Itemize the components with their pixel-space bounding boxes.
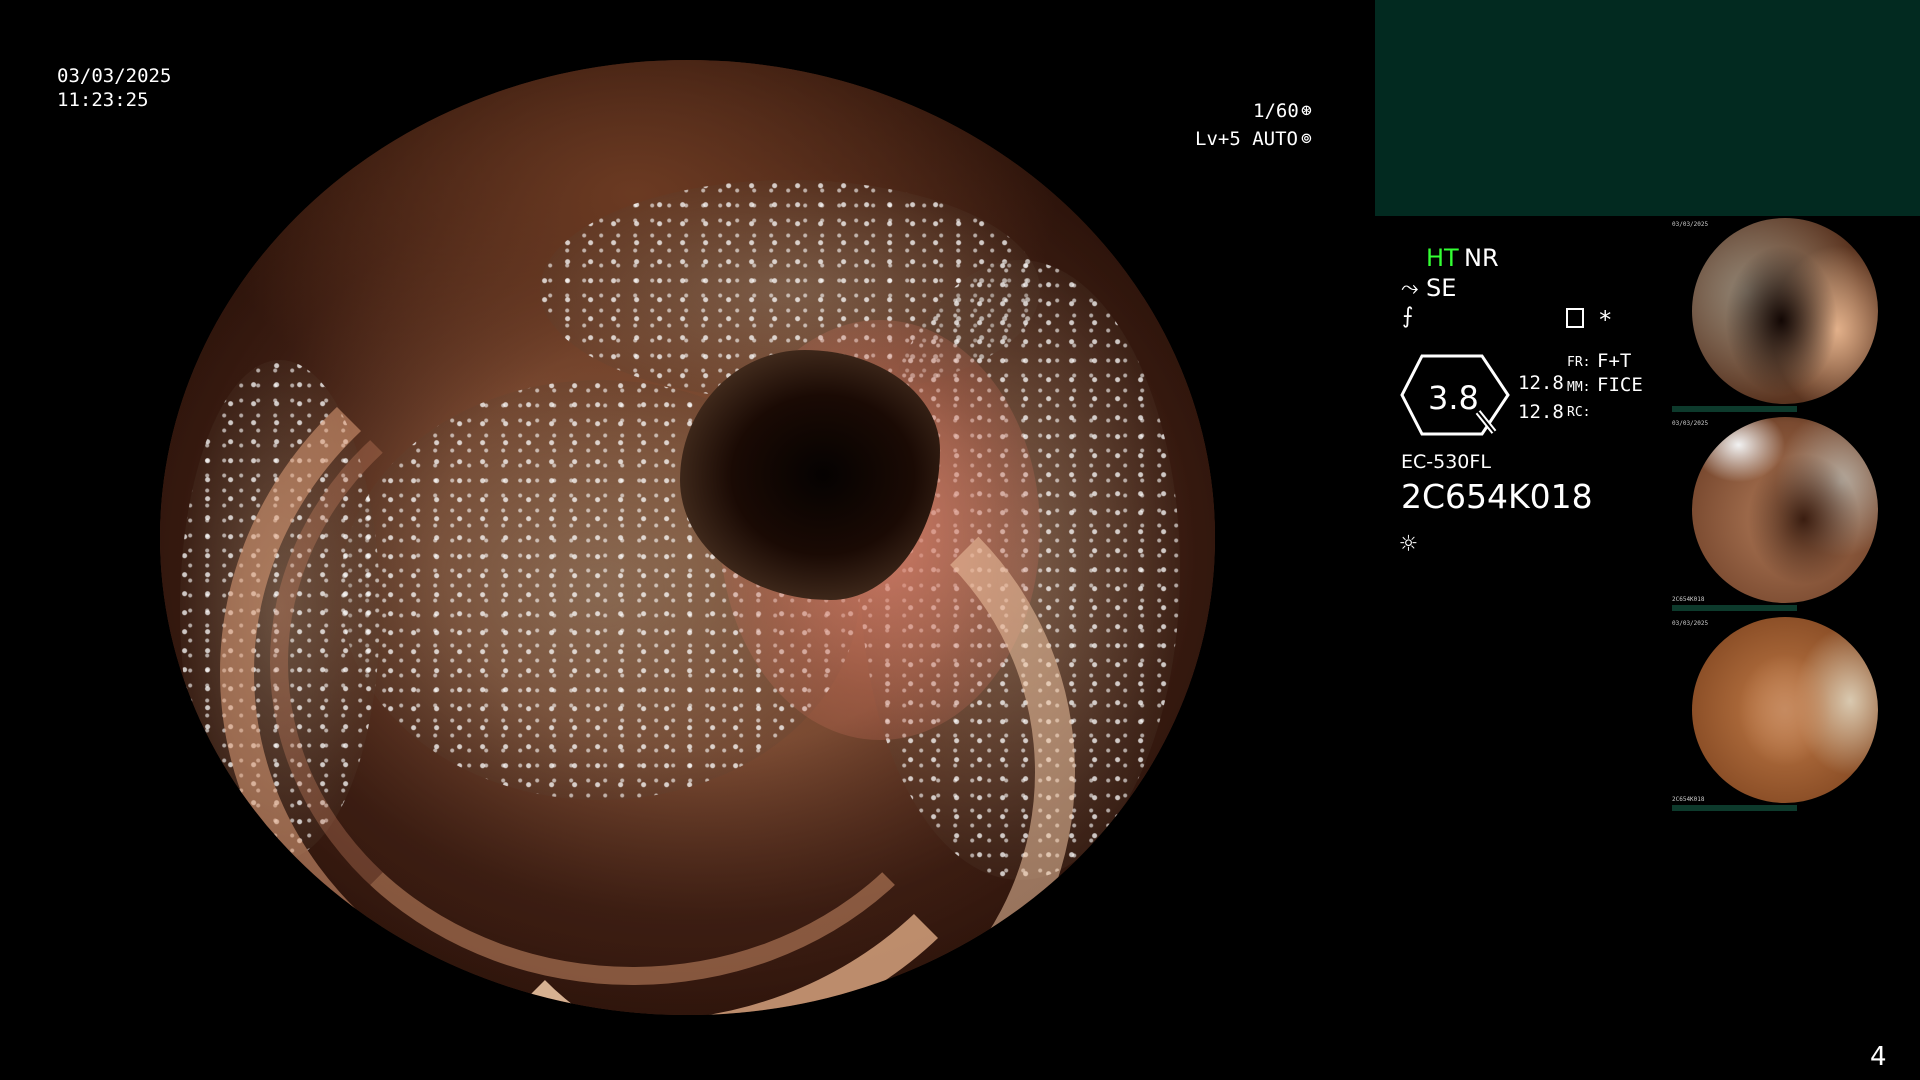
thumbnail-1-bar <box>1672 406 1797 412</box>
mm-label: MM: <box>1567 380 1591 395</box>
value-bottom: 12.8 <box>1518 401 1564 423</box>
thumbnail-2-serial: 2C654K018 <box>1672 596 1705 603</box>
side-panel-box <box>1375 0 1920 216</box>
mm-value: FICE <box>1597 374 1643 396</box>
date-label: 03/03/2025 <box>57 65 172 87</box>
thumbnail-3-serial: 2C654K018 <box>1672 796 1705 803</box>
thumbnail-3[interactable]: 03/03/2025 2C654K018 <box>1672 617 1900 812</box>
thumbnail-3-bar <box>1672 805 1797 811</box>
nr-indicator: NR <box>1464 244 1499 272</box>
thumbnail-3-date: 03/03/2025 <box>1672 620 1709 627</box>
fr-value: F+T <box>1597 350 1632 372</box>
page-number: 4 <box>1870 1042 1887 1072</box>
scope-model: EC-530FL <box>1401 451 1491 473</box>
thumbnail-2-date: 03/03/2025 <box>1672 420 1709 427</box>
thumbnail-2-bar <box>1672 605 1797 611</box>
memory-icon <box>1566 308 1584 328</box>
rc-label: RC: <box>1567 405 1591 420</box>
ht-indicator: HT <box>1426 244 1459 272</box>
se-indicator: SE <box>1426 274 1457 302</box>
scope-hook-icon: ⤳ <box>1401 276 1419 301</box>
endoscope-main-view <box>160 60 1215 1015</box>
iris-icon: ⊚ <box>1301 128 1312 149</box>
shutter-speed-label: 1/60 <box>1253 100 1299 122</box>
thumbnail-2[interactable]: 03/03/2025 2C654K018 <box>1672 417 1900 612</box>
gauge-value: 3.8 <box>1428 379 1479 417</box>
value-top: 12.8 <box>1518 372 1564 394</box>
shutter-icon: ⊛ <box>1301 100 1312 121</box>
time-label: 11:23:25 <box>57 89 149 111</box>
brightness-icon: ☼ <box>1400 527 1417 560</box>
thumbnail-1[interactable]: 03/03/2025 <box>1672 218 1900 413</box>
asterisk-icon: * <box>1598 306 1613 334</box>
scope-serial: 2C654K018 <box>1401 477 1593 516</box>
freeze-icon: ⨍ <box>1402 304 1414 329</box>
thumbnail-1-date: 03/03/2025 <box>1672 221 1709 228</box>
fr-label: FR: <box>1567 355 1591 370</box>
light-level-label: Lv+5 AUTO <box>1195 128 1298 150</box>
